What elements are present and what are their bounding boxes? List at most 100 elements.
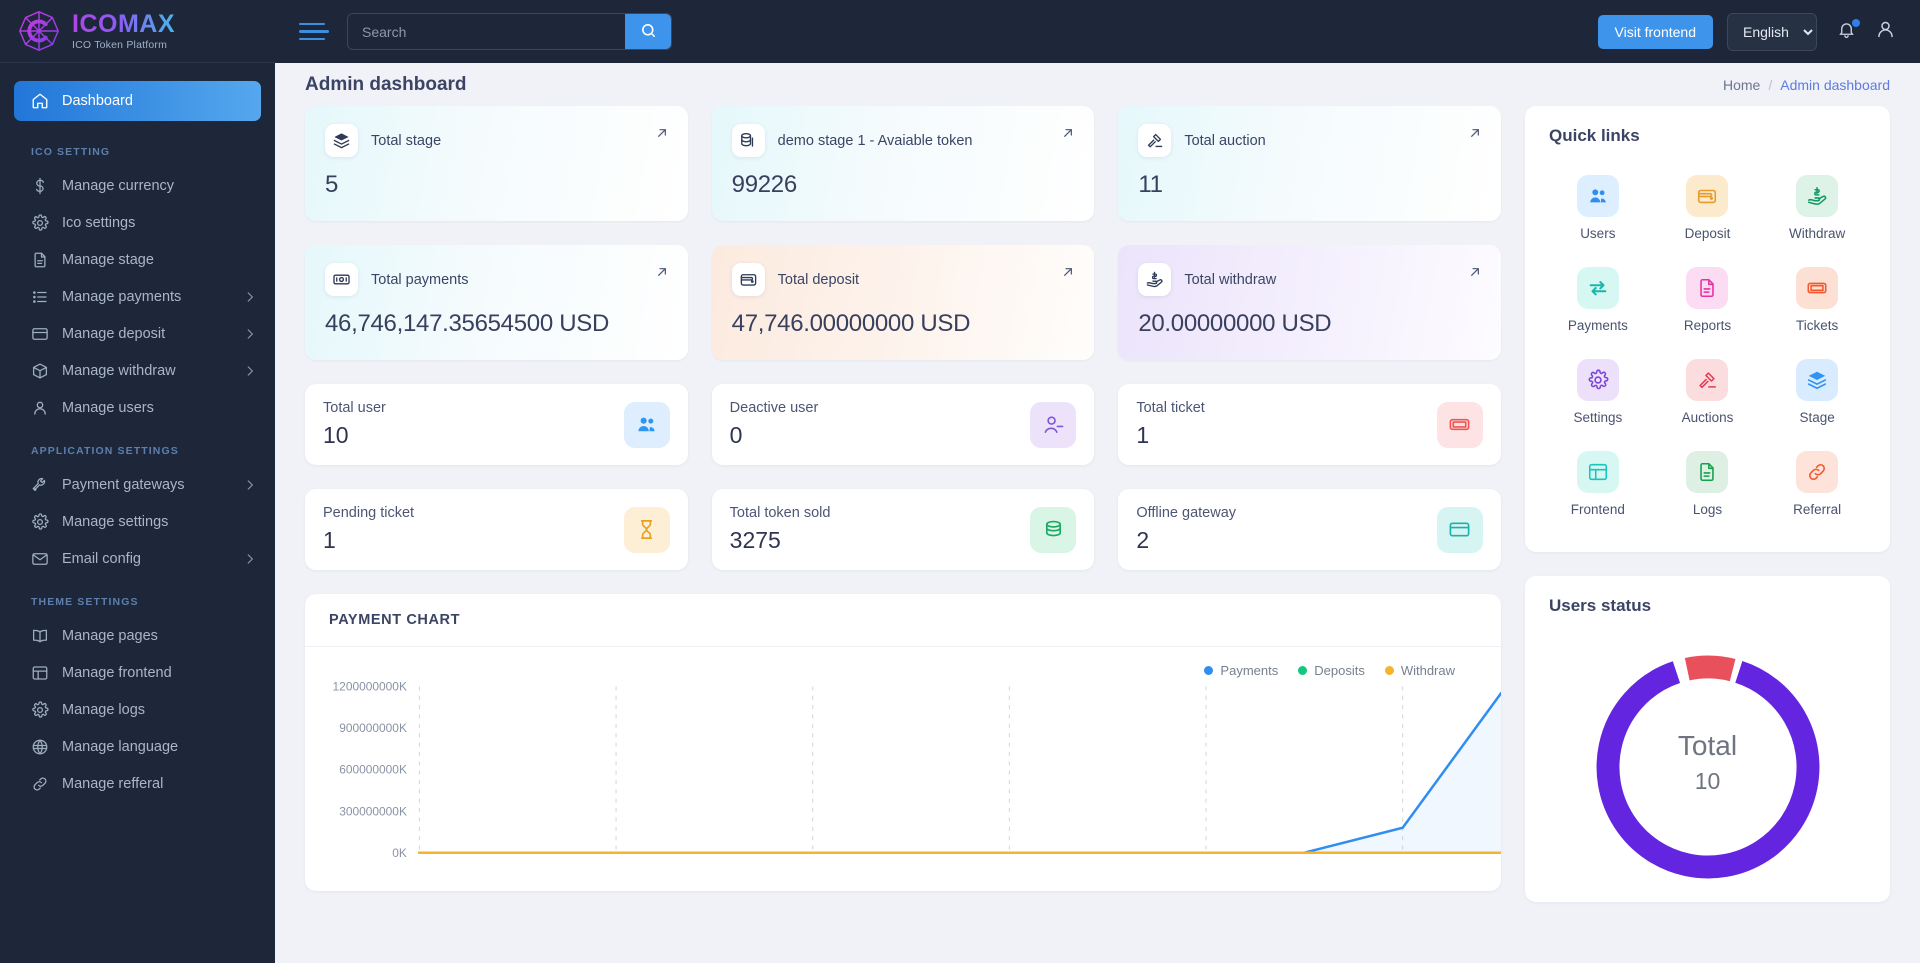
- quick-link-deposit[interactable]: Deposit: [1653, 162, 1763, 254]
- coinstack-icon: [1042, 518, 1065, 541]
- creditcard-icon: [1448, 518, 1471, 541]
- stat-card-text: Pending ticket 1: [323, 505, 414, 554]
- card-link-icon[interactable]: [1467, 125, 1483, 146]
- chevron-right-icon: [243, 478, 257, 492]
- search-input[interactable]: [348, 14, 625, 49]
- card-link-icon[interactable]: [1060, 264, 1076, 285]
- search-button[interactable]: [625, 14, 671, 49]
- sidebar-item-manage-withdraw[interactable]: Manage withdraw: [0, 352, 275, 389]
- quick-link-reports[interactable]: Reports: [1653, 254, 1763, 346]
- users-icon: [635, 413, 658, 436]
- notifications-button[interactable]: [1831, 17, 1861, 47]
- chevron-right-icon: [243, 552, 257, 566]
- stat-card-label: Total stage: [371, 132, 442, 149]
- users-icon: [1587, 185, 1609, 207]
- card-link-icon[interactable]: [654, 264, 670, 285]
- sidebar-item-manage-frontend[interactable]: Manage frontend: [0, 654, 275, 691]
- stat-card[interactable]: Offline gateway 2: [1118, 489, 1501, 570]
- quick-link-tickets[interactable]: Tickets: [1762, 254, 1872, 346]
- sidebar-item-payment-gateways[interactable]: Payment gateways: [0, 466, 275, 503]
- sidebar-item-email-config[interactable]: Email config: [0, 540, 275, 577]
- brand[interactable]: ICOMAX ICO Token Platform: [0, 0, 275, 63]
- stat-card-label: Total token sold: [729, 505, 831, 521]
- stat-card-label: Deactive user: [729, 400, 819, 416]
- sidebar-item-label: Dashboard: [62, 93, 133, 109]
- quick-link-icon-tile: [1686, 267, 1729, 309]
- quick-link-label: Referral: [1793, 502, 1842, 517]
- sidebar-item-manage-language[interactable]: Manage language: [0, 728, 275, 765]
- quick-link-logs[interactable]: Logs: [1653, 438, 1763, 530]
- stat-card-icon-badge: [1436, 401, 1483, 448]
- stat-card-icon-badge: [1138, 124, 1172, 157]
- stat-card[interactable]: Total payments 46,746,147.35654500 USD: [305, 245, 688, 360]
- quick-link-settings[interactable]: Settings: [1543, 346, 1653, 438]
- users-status-donut: Total 10: [1525, 620, 1890, 902]
- sidebar-item-manage-pages[interactable]: Manage pages: [0, 617, 275, 654]
- user-menu-button[interactable]: [1875, 19, 1896, 45]
- gear-icon: [31, 512, 49, 531]
- sidebar-item-manage-logs[interactable]: Manage logs: [0, 691, 275, 728]
- visit-frontend-button[interactable]: Visit frontend: [1597, 14, 1713, 49]
- stat-card[interactable]: demo stage 1 - Avaiable token 99226: [711, 106, 1095, 221]
- stat-card[interactable]: Total deposit 47,746.00000000 USD: [711, 245, 1095, 360]
- legend-label: Withdraw: [1400, 663, 1455, 678]
- quick-links-title: Quick links: [1549, 126, 1640, 145]
- brand-name: ICOMAX: [72, 9, 175, 38]
- user-minus-icon: [1042, 413, 1065, 436]
- sidebar-item-manage-settings[interactable]: Manage settings: [0, 503, 275, 540]
- quick-link-icon-tile: [1796, 267, 1839, 309]
- sidebar-item-manage-users[interactable]: Manage users: [0, 389, 275, 426]
- stat-card-label: Total payments: [371, 271, 469, 288]
- chart-legend: Payments Deposits Withdraw: [305, 647, 1501, 678]
- quick-link-icon-tile: [1576, 359, 1619, 401]
- stat-card[interactable]: Total withdraw 20.00000000 USD: [1118, 245, 1501, 360]
- user-icon: [1875, 19, 1896, 45]
- card-link-icon[interactable]: [654, 125, 670, 146]
- card-link-icon[interactable]: [1060, 125, 1076, 146]
- quick-link-frontend[interactable]: Frontend: [1543, 438, 1653, 530]
- list-icon: [31, 288, 49, 306]
- sidebar-item-label: Manage refferal: [62, 775, 164, 792]
- document-icon: [1696, 461, 1718, 483]
- quick-link-auctions[interactable]: Auctions: [1653, 346, 1763, 438]
- hourglass-icon: [635, 518, 658, 541]
- quick-link-withdraw[interactable]: Withdraw: [1762, 162, 1872, 254]
- sidebar-item-manage-deposit[interactable]: Manage deposit: [0, 315, 275, 352]
- sidebar-item-manage-payments[interactable]: Manage payments: [0, 278, 275, 315]
- layout-icon: [1587, 461, 1609, 483]
- main-area: Visit frontend English: [275, 0, 1920, 963]
- stat-card[interactable]: Total user 10: [305, 384, 688, 465]
- stat-card-icon-badge: [623, 401, 670, 448]
- ticket-icon: [1448, 413, 1471, 436]
- stat-card[interactable]: Total ticket 1: [1118, 384, 1501, 465]
- quick-links-grid: Users Deposit Withdraw Payments Reports Ticke…: [1525, 150, 1890, 552]
- stat-card[interactable]: Total auction 11: [1118, 106, 1501, 221]
- stat-card-icon-badge: [1030, 401, 1077, 448]
- sidebar-item-ico-settings[interactable]: Ico settings: [0, 204, 275, 241]
- stat-card-text: Deactive user 0: [730, 400, 819, 449]
- wrench-icon: [31, 476, 49, 494]
- sidebar-item-manage-currency[interactable]: Manage currency: [0, 167, 275, 204]
- stat-card[interactable]: Pending ticket 1: [305, 489, 688, 570]
- quick-link-payments[interactable]: Payments: [1543, 254, 1653, 346]
- menu-toggle-icon[interactable]: [299, 22, 329, 41]
- quick-link-users[interactable]: Users: [1543, 162, 1653, 254]
- stat-card[interactable]: Deactive user 0: [711, 384, 1095, 465]
- sidebar-item-manage-stage[interactable]: Manage stage: [0, 241, 275, 278]
- sidebar-item-manage-refferal[interactable]: Manage refferal: [0, 765, 275, 802]
- sidebar-item-dashboard[interactable]: Dashboard: [14, 81, 261, 121]
- quick-link-referral[interactable]: Referral: [1762, 438, 1872, 530]
- card-link-icon[interactable]: [1467, 264, 1483, 285]
- quick-link-icon-tile: [1686, 175, 1729, 217]
- stat-card[interactable]: Total token sold 3275: [711, 489, 1095, 570]
- quick-link-label: Reports: [1683, 318, 1732, 333]
- gear-icon: [31, 700, 49, 719]
- language-select[interactable]: English: [1727, 12, 1817, 51]
- box-icon: [31, 362, 49, 380]
- stat-card[interactable]: Total stage 5: [305, 106, 688, 221]
- breadcrumb-home[interactable]: Home: [1723, 77, 1760, 93]
- quick-link-label: Frontend: [1570, 502, 1625, 517]
- users-status-title: Users status: [1549, 596, 1652, 615]
- quick-link-label: Stage: [1799, 410, 1835, 425]
- quick-link-stage[interactable]: Stage: [1762, 346, 1872, 438]
